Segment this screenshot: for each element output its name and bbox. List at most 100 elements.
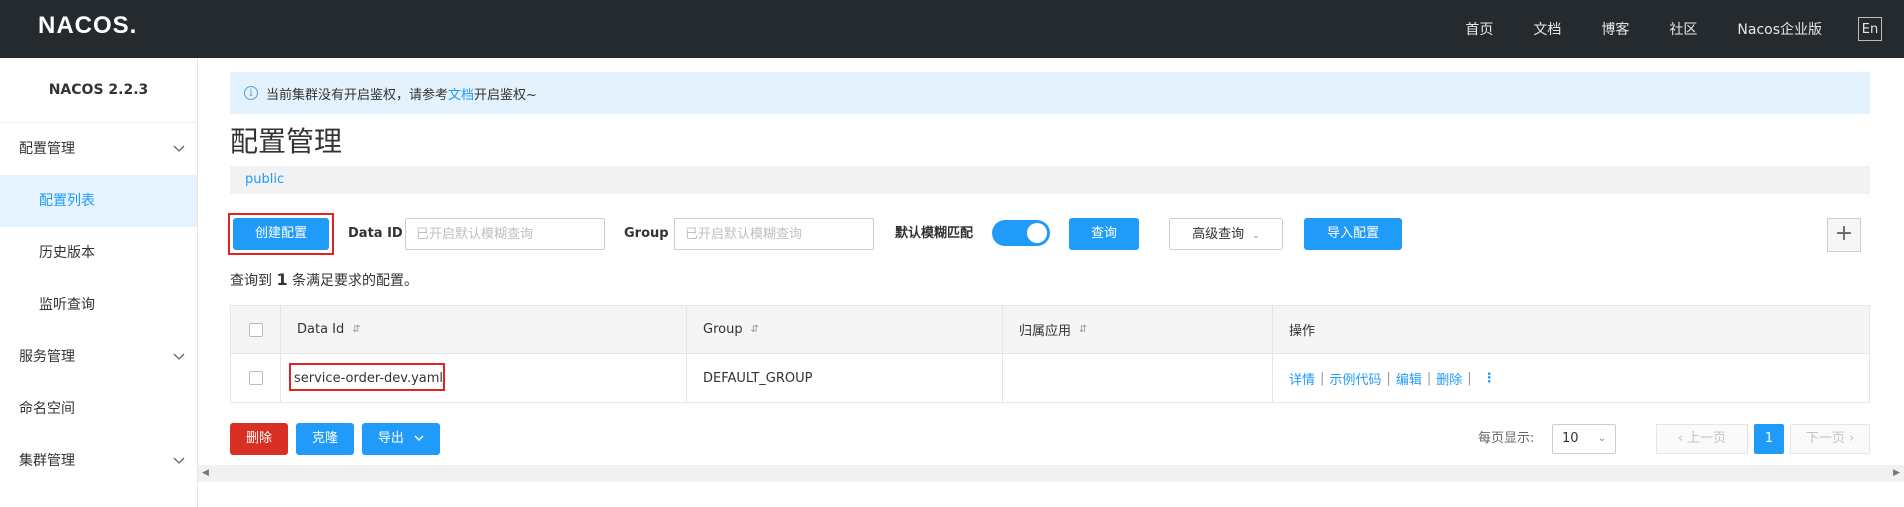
nacos-logo[interactable]: NACOS. [38, 12, 137, 40]
group-input[interactable] [674, 218, 874, 250]
scroll-right-icon[interactable]: ▶ [1893, 468, 1900, 478]
nav-blog[interactable]: 博客 [1601, 19, 1629, 39]
separator: | [1386, 370, 1391, 386]
next-page-button[interactable]: 下一页 › [1790, 424, 1870, 454]
chevron-down-icon: ⌄ [1252, 231, 1260, 241]
result-summary: 查询到 1 条满足要求的配置。 [230, 270, 418, 290]
result-count: 1 [276, 270, 288, 289]
notice-prefix: 当前集群没有开启鉴权，请参考 [266, 87, 449, 103]
result-suffix: 条满足要求的配置。 [292, 273, 419, 289]
chevron-down-icon: ⌄ [1597, 433, 1606, 444]
sidebar-group-config[interactable]: 配置管理 [0, 123, 197, 175]
nav-home[interactable]: 首页 [1465, 19, 1493, 39]
separator: | [1320, 370, 1325, 386]
row-checkbox[interactable] [248, 371, 263, 385]
table-row: service-order-dev.yaml DEFAULT_GROUP 详情 … [231, 354, 1869, 402]
sidebar-group-cluster[interactable]: 集群管理 [0, 435, 197, 487]
select-all-checkbox[interactable] [248, 322, 263, 337]
page-title: 配置管理 [230, 125, 343, 158]
namespace-bar: public [230, 166, 1870, 194]
plus-button[interactable]: + [1827, 218, 1861, 252]
separator: | [1467, 370, 1472, 386]
separator: | [1426, 370, 1432, 386]
delete-button[interactable]: 删除 [230, 423, 288, 455]
clone-button[interactable]: 克隆 [296, 423, 354, 455]
bottom-bar: 删除 克隆 导出 每页显示: 10 ⌄ ‹ 上一页 1 下一页 › [230, 423, 1870, 457]
sidebar-group-service[interactable]: 服务管理 [0, 331, 197, 383]
header-app[interactable]: 归属应用 ⇵ [1003, 306, 1273, 353]
sidebar-item-namespace[interactable]: 命名空间 [0, 383, 197, 435]
sidebar-item-config-list[interactable]: 配置列表 [0, 175, 197, 227]
header-label: Group [703, 322, 743, 337]
chevron-up-icon [171, 123, 187, 175]
page-number-current[interactable]: 1 [1754, 424, 1784, 454]
more-actions-icon[interactable]: ⋮ [1483, 371, 1496, 386]
notice-doc-link[interactable]: 文档 [448, 84, 474, 103]
sidebar-item-listener-query[interactable]: 监听查询 [0, 279, 197, 331]
header-label: Data Id [297, 322, 345, 337]
export-label: 导出 [377, 431, 404, 446]
sort-icon[interactable]: ⇵ [352, 324, 360, 335]
next-page-label: 下一页 [1805, 431, 1845, 446]
header-group[interactable]: Group ⇵ [687, 306, 1003, 353]
create-config-button[interactable]: 创建配置 [233, 218, 329, 250]
page-size-label: 每页显示: [1478, 431, 1535, 446]
page-size-select[interactable]: 10 ⌄ [1552, 424, 1616, 454]
fuzzy-match-label: 默认模糊匹配 [895, 226, 974, 241]
delete-link[interactable]: 删除 [1436, 369, 1462, 388]
sidebar: NACOS 2.2.3 配置管理 配置列表 历史版本 监听查询 服务管理 命名空… [0, 58, 198, 507]
toggle-knob [1027, 223, 1047, 243]
detail-link[interactable]: 详情 [1289, 369, 1315, 388]
data-id-value: service-order-dev.yaml [294, 370, 444, 386]
page-size-value: 10 [1562, 431, 1579, 446]
group-label: Group [624, 226, 669, 241]
sidebar-item-history[interactable]: 历史版本 [0, 227, 197, 279]
import-config-button[interactable]: 导入配置 [1304, 218, 1402, 250]
horizontal-scrollbar[interactable]: ◀ ▶ [198, 465, 1904, 482]
notice-suffix: 开启鉴权~ [474, 87, 537, 103]
scroll-left-icon[interactable]: ◀ [202, 468, 209, 478]
nav-enterprise[interactable]: Nacos企业版 [1737, 19, 1822, 39]
chevron-down-icon [414, 431, 424, 446]
language-switch-button[interactable]: En [1858, 17, 1882, 41]
cell-app [1003, 354, 1273, 402]
cell-group: DEFAULT_GROUP [687, 354, 1003, 402]
sort-icon[interactable]: ⇵ [1079, 324, 1087, 335]
prev-page-label: 上一页 [1687, 431, 1727, 446]
query-button[interactable]: 查询 [1069, 218, 1139, 250]
search-toolbar: 创建配置 Data ID Group 默认模糊匹配 查询 高级查询 ⌄ 导入配置… [228, 213, 1870, 258]
top-navbar: NACOS. 首页 文档 博客 社区 Nacos企业版 En [0, 0, 1904, 58]
edit-link[interactable]: 编辑 [1396, 369, 1422, 388]
chevron-down-icon [171, 331, 187, 383]
cell-data-id: service-order-dev.yaml [281, 354, 687, 402]
table-header: Data Id ⇵ Group ⇵ 归属应用 ⇵ 操作 [231, 306, 1869, 354]
header-label: 归属应用 [1019, 324, 1072, 339]
nav-docs[interactable]: 文档 [1533, 19, 1561, 39]
version-label: NACOS 2.2.3 [0, 58, 197, 123]
data-id-input[interactable] [405, 218, 605, 250]
sidebar-group-label: 命名空间 [19, 401, 75, 417]
fuzzy-match-toggle[interactable] [992, 220, 1050, 246]
auth-notice: i 当前集群没有开启鉴权，请参考 文档 开启鉴权~ [230, 72, 1870, 114]
config-table: Data Id ⇵ Group ⇵ 归属应用 ⇵ 操作 service-orde… [230, 305, 1870, 403]
export-button[interactable]: 导出 [362, 423, 440, 455]
sidebar-group-label: 服务管理 [19, 349, 75, 365]
chevron-right-icon: › [1848, 431, 1855, 446]
sidebar-group-label: 配置管理 [19, 141, 75, 157]
namespace-tab-public[interactable]: public [245, 172, 284, 187]
chevron-left-icon: ‹ [1677, 431, 1688, 446]
header-select-all [231, 306, 281, 353]
sample-code-link[interactable]: 示例代码 [1329, 369, 1381, 388]
sort-icon[interactable]: ⇵ [751, 324, 759, 335]
row-select [231, 354, 281, 402]
header-label: 操作 [1289, 324, 1316, 339]
nav-community[interactable]: 社区 [1669, 19, 1697, 39]
prev-page-button[interactable]: ‹ 上一页 [1656, 424, 1748, 454]
header-data-id[interactable]: Data Id ⇵ [281, 306, 687, 353]
data-id-label: Data ID [348, 226, 403, 241]
advanced-query-button[interactable]: 高级查询 ⌄ [1169, 218, 1283, 250]
sidebar-group-label: 集群管理 [19, 453, 75, 469]
header-actions: 操作 [1273, 306, 1869, 353]
result-prefix: 查询到 [230, 273, 272, 289]
vertical-scrollbar[interactable] [1888, 58, 1904, 465]
